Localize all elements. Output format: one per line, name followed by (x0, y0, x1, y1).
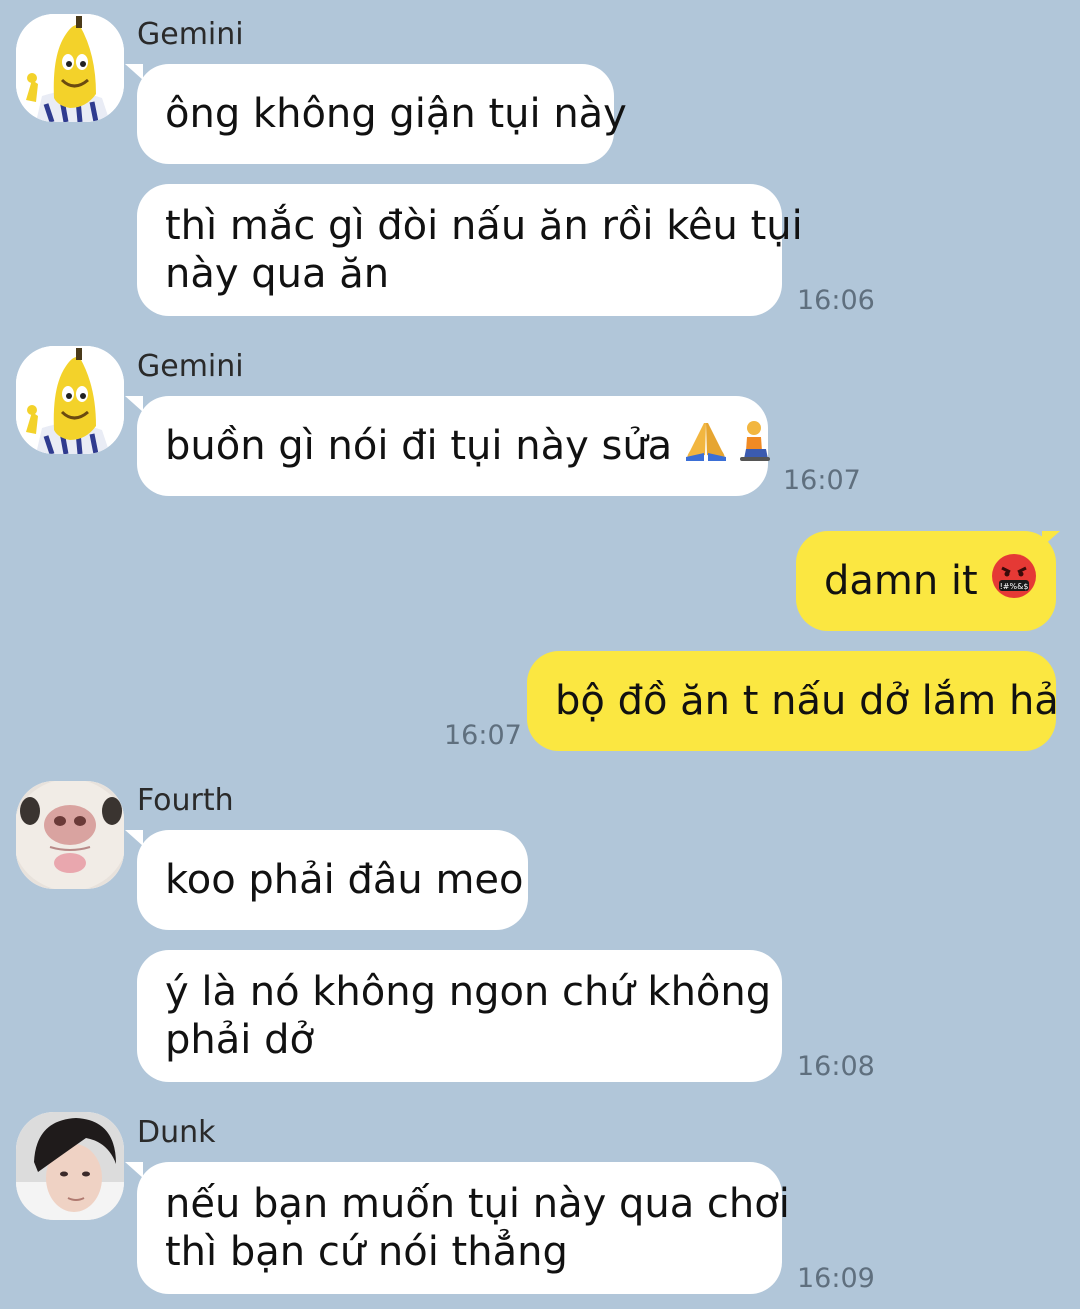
message-text: thì bạn cứ nói thẳng (165, 1229, 568, 1275)
message-timestamp: 16:06 (797, 285, 875, 316)
sender-name: Gemini (137, 349, 244, 384)
bubble-tail (125, 396, 143, 412)
message-content: buồn gì nói đi tụi này sửa (165, 419, 771, 474)
message-text: nếu bạn muốn tụi này qua chơi (165, 1181, 790, 1227)
message-bubble[interactable]: buồn gì nói đi tụi này sửa (137, 396, 771, 496)
svg-text:!#%&$: !#%&$ (999, 582, 1028, 591)
sender-name: Gemini (137, 17, 244, 52)
message-text: ý là nó không ngon chứ không (165, 969, 772, 1015)
message-content: damn it !#%&$ (824, 552, 1036, 611)
message-text: buồn gì nói đi tụi này sửa (165, 423, 673, 469)
gemini-avatar[interactable] (16, 14, 124, 122)
fourth-avatar[interactable] (16, 781, 124, 889)
message-bubble-outgoing[interactable]: damn it !#%&$ (796, 531, 1056, 631)
message-text: ông không giận tụi này (165, 91, 627, 137)
bubble-tail (125, 64, 143, 80)
message-bubble[interactable]: ông không giận tụi này (137, 64, 627, 164)
banana-character-avatar-icon (16, 14, 124, 122)
folded-hands-icon (684, 419, 728, 474)
dunk-avatar[interactable] (16, 1112, 124, 1220)
message-timestamp: 16:08 (797, 1051, 875, 1082)
message-bubble[interactable]: thì mắc gì đòi nấu ăn rồi kêu tụi này qu… (137, 184, 803, 316)
message-bubble[interactable]: ý là nó không ngon chứ không phải dở (137, 950, 782, 1082)
message-text: thì mắc gì đòi nấu ăn rồi kêu tụi (165, 203, 803, 249)
cat-closeup-avatar-icon (16, 781, 124, 889)
message-bubble[interactable]: koo phải đâu meo (137, 830, 528, 930)
message-text: phải dở (165, 1017, 314, 1063)
person-kneeling-icon (732, 419, 776, 474)
message-bubble-outgoing[interactable]: bộ đồ ăn t nấu dở lắm hả (527, 651, 1059, 751)
banana-character-avatar-icon (16, 346, 124, 454)
gemini-avatar[interactable] (16, 346, 124, 454)
bubble-tail (125, 830, 143, 846)
message-bubble[interactable]: nếu bạn muốn tụi này qua chơi thì bạn cứ… (137, 1162, 790, 1294)
person-photo-avatar-icon (16, 1112, 124, 1220)
face-with-symbols-on-mouth-icon: !#%&$ (990, 552, 1038, 611)
message-text: này qua ăn (165, 251, 390, 297)
message-text: damn it (824, 558, 978, 604)
message-text: koo phải đâu meo (165, 857, 524, 903)
message-timestamp: 16:07 (783, 465, 861, 496)
message-timestamp: 16:09 (797, 1263, 875, 1294)
sender-name: Fourth (137, 783, 234, 818)
bubble-tail (125, 1162, 143, 1178)
sender-name: Dunk (137, 1115, 216, 1150)
message-timestamp: 16:07 (444, 720, 522, 751)
message-text: bộ đồ ăn t nấu dở lắm hả (555, 678, 1059, 724)
